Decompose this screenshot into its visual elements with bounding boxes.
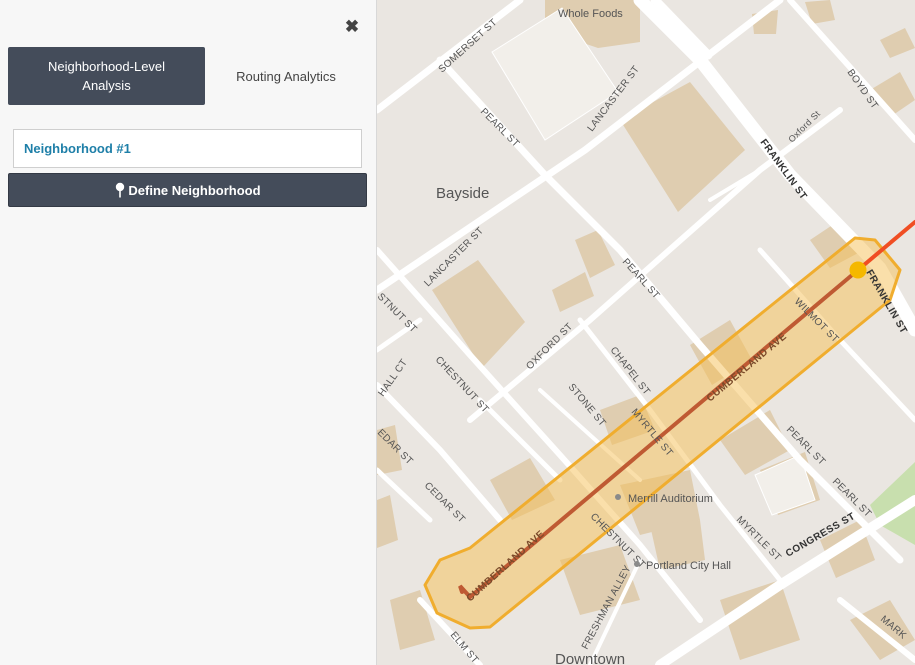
map-canvas[interactable]: SOMERSET ST LANCASTER ST PEARL ST BOYD S… [377,0,915,665]
poi-whole-foods: Whole Foods [558,8,623,20]
map-pin-icon [116,182,125,198]
define-neighborhood-button[interactable]: Define Neighborhood [8,173,367,207]
merrill-marker-icon [615,494,621,500]
tab-neighborhood-analysis[interactable]: Neighborhood-Level Analysis [8,47,205,105]
tab-routing-analytics[interactable]: Routing Analytics [207,47,365,105]
poi-merrill-auditorium: Merrill Auditorium [628,493,713,505]
map-view[interactable]: SOMERSET ST LANCASTER ST PEARL ST BOYD S… [377,0,915,665]
poi-portland-city-hall: Portland City Hall [646,560,731,572]
area-downtown: Downtown [555,651,625,665]
neighborhood-name: Neighborhood #1 [24,141,131,156]
define-neighborhood-label: Define Neighborhood [128,182,261,198]
area-bayside: Bayside [436,185,489,202]
city-hall-marker-icon [634,561,640,567]
tab-neighborhood-analysis-label: Neighborhood-Level Analysis [47,59,166,93]
tab-routing-analytics-label: Routing Analytics [236,68,336,84]
side-panel: ✖ Neighborhood-Level Analysis Routing An… [0,0,377,665]
route-endpoint-marker[interactable] [849,261,867,279]
neighborhood-list-item[interactable]: Neighborhood #1 [13,129,362,168]
close-icon[interactable]: ✖ [344,18,360,36]
